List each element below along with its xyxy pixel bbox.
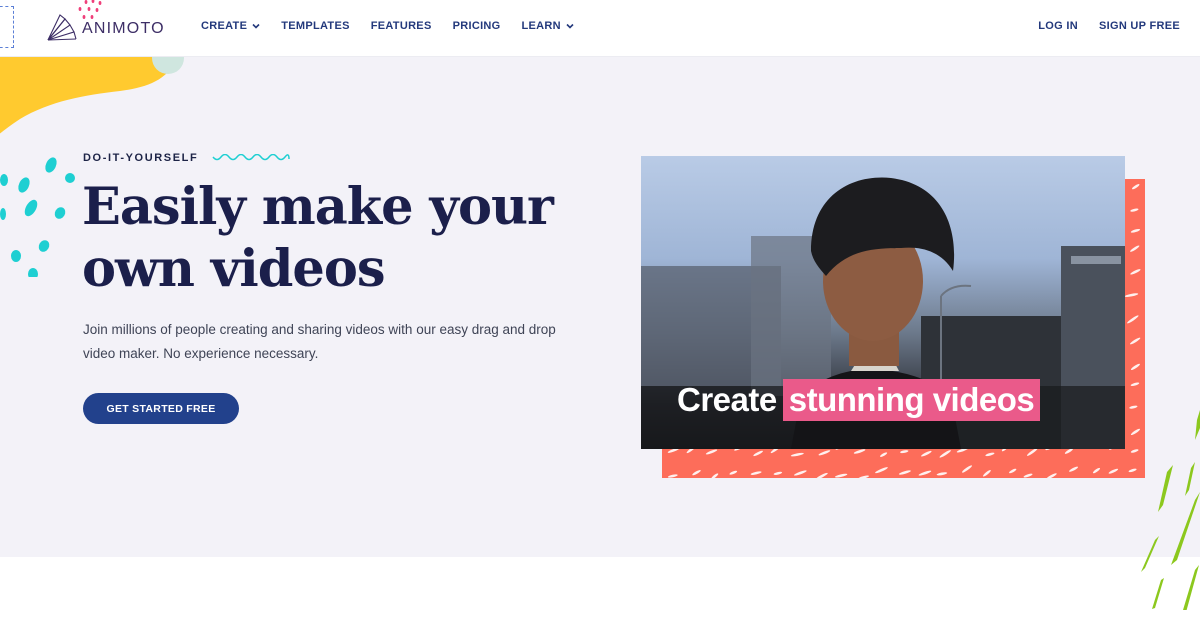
feather-mark	[1129, 405, 1138, 409]
feather-mark	[1124, 293, 1139, 297]
hero-subtext: Join millions of people creating and sha…	[83, 322, 556, 361]
feather-mark	[729, 470, 738, 475]
fan-logo-icon	[47, 14, 77, 41]
feather-mark	[962, 465, 973, 473]
feather-mark	[1130, 208, 1139, 212]
feather-mark	[834, 473, 848, 478]
feather-mark	[790, 452, 804, 457]
nav-templates[interactable]: TEMPLATES	[281, 20, 350, 32]
login-link[interactable]: LOG IN	[1038, 20, 1078, 32]
caption-highlight: stunning videos	[782, 379, 1041, 421]
feather-mark	[1023, 473, 1033, 478]
feather-mark	[898, 470, 911, 475]
main-nav: CREATE TEMPLATES FEATURES PRICING LEARN	[201, 20, 574, 32]
teal-marks-decoration	[0, 157, 75, 277]
nav-learn[interactable]: LEARN	[522, 20, 574, 32]
feather-mark	[1009, 468, 1017, 474]
nav-pricing-label: PRICING	[452, 20, 501, 32]
feather-mark	[692, 470, 701, 476]
chevron-down-icon	[252, 23, 260, 29]
caption-plain: Create	[677, 381, 777, 418]
feather-mark	[983, 469, 991, 477]
feather-mark	[1130, 382, 1140, 387]
feather-mark	[853, 449, 866, 454]
focus-outline	[0, 6, 14, 48]
feather-mark	[1130, 269, 1141, 275]
nav-features[interactable]: FEATURES	[371, 20, 432, 32]
video-preview[interactable]: Create stunning videos	[641, 156, 1125, 449]
feather-mark	[857, 475, 869, 478]
feather-mark	[1069, 466, 1079, 472]
feather-mark	[1127, 315, 1139, 324]
feather-mark	[1046, 473, 1057, 478]
green-strokes-decoration	[1141, 410, 1200, 610]
feather-mark	[815, 472, 828, 478]
feather-mark	[1108, 468, 1119, 474]
signup-link[interactable]: SIGN UP FREE	[1099, 20, 1180, 32]
get-started-button[interactable]: GET STARTED FREE	[83, 393, 239, 424]
feather-mark	[1129, 337, 1141, 345]
feather-mark	[921, 450, 932, 457]
video-caption: Create stunning videos	[677, 379, 1041, 421]
feather-mark	[793, 470, 807, 476]
eyebrow: DO-IT-YOURSELF	[83, 152, 291, 164]
chevron-down-icon	[566, 23, 574, 29]
feather-mark	[900, 450, 909, 454]
feather-mark	[985, 452, 995, 457]
headline-line-2: own videos	[82, 239, 386, 299]
feather-mark	[1130, 245, 1140, 252]
feather-mark	[818, 450, 831, 456]
feather-mark	[880, 452, 888, 457]
feather-mark	[1130, 228, 1141, 233]
brand-name: ANIMOTO	[82, 20, 165, 37]
feather-mark	[875, 467, 888, 474]
auth-links: LOG IN SIGN UP FREE	[1038, 20, 1180, 32]
animoto-logo[interactable]: ANIMOTO	[46, 12, 165, 42]
hero-headline: Easily make your own videos	[82, 176, 602, 300]
feather-mark	[711, 473, 719, 478]
nav-features-label: FEATURES	[370, 20, 432, 32]
feather-mark	[773, 471, 783, 475]
feather-mark	[1130, 363, 1140, 370]
feather-mark	[753, 450, 763, 457]
feather-mark	[750, 471, 762, 475]
nav-pricing[interactable]: PRICING	[453, 20, 501, 32]
nav-learn-label: LEARN	[521, 20, 561, 32]
feather-mark	[1092, 467, 1101, 474]
site-header	[0, 0, 1200, 57]
feather-mark	[705, 449, 718, 455]
feather-mark	[667, 474, 678, 478]
feather-mark	[918, 470, 932, 476]
eyebrow-text: DO-IT-YOURSELF	[83, 152, 199, 164]
nav-templates-label: TEMPLATES	[281, 20, 350, 32]
squiggle-decoration	[212, 154, 291, 161]
headline-line-1: Easily make your	[82, 177, 554, 237]
feather-mark	[936, 472, 948, 476]
nav-create[interactable]: CREATE	[201, 20, 260, 32]
feather-mark	[1131, 184, 1140, 190]
feather-mark	[939, 450, 951, 458]
nav-create-label: CREATE	[201, 20, 248, 32]
